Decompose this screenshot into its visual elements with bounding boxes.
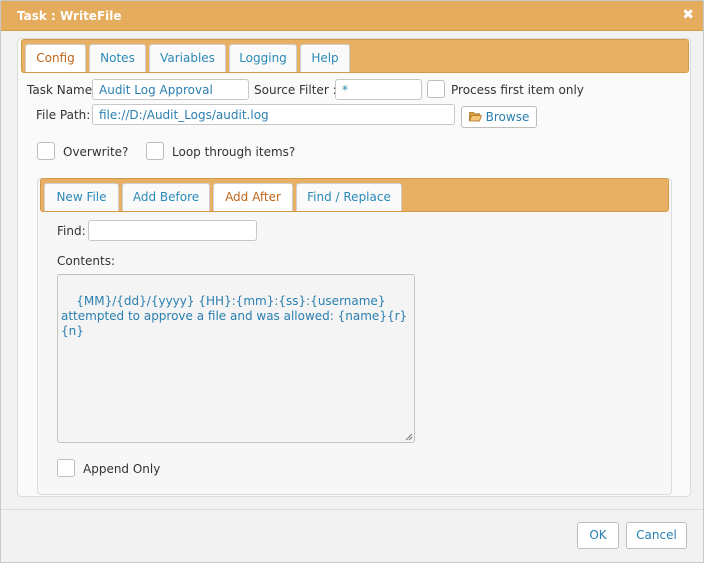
ok-button[interactable]: OK xyxy=(577,522,619,549)
dialog-title: Task : WriteFile xyxy=(17,9,122,23)
contents-textarea[interactable]: {MM}/{dd}/{yyyy} {HH}:{mm}:{ss}:{usernam… xyxy=(57,274,415,443)
close-icon[interactable]: ✖ xyxy=(682,7,694,23)
writefile-dialog: Task : WriteFile ✖ Config Notes Variable… xyxy=(0,0,704,563)
find-input[interactable] xyxy=(88,220,257,241)
task-name-label: Task Name: xyxy=(27,83,97,97)
contents-label: Contents: xyxy=(57,254,116,268)
file-path-input[interactable]: file://D:/Audit_Logs/audit.log xyxy=(92,104,455,125)
loop-items-label: Loop through items? xyxy=(172,145,296,159)
append-only-checkbox[interactable] xyxy=(57,459,75,477)
source-filter-input[interactable]: * xyxy=(335,79,422,100)
contents-text: {MM}/{dd}/{yyyy} {HH}:{mm}:{ss}:{usernam… xyxy=(61,294,408,338)
tab-config[interactable]: Config xyxy=(25,44,86,72)
tab-add-before[interactable]: Add Before xyxy=(122,183,210,211)
browse-button[interactable]: Browse xyxy=(461,106,537,128)
file-path-label: File Path: xyxy=(36,108,91,122)
browse-button-label: Browse xyxy=(485,110,530,124)
loop-items-checkbox[interactable] xyxy=(146,142,164,160)
tab-new-file[interactable]: New File xyxy=(44,183,119,211)
write-mode-tabbar: New File Add Before Add After Find / Rep… xyxy=(40,178,669,212)
source-filter-label: Source Filter : xyxy=(254,83,337,97)
process-first-checkbox[interactable] xyxy=(427,80,445,98)
tab-find-replace[interactable]: Find / Replace xyxy=(296,183,402,211)
overwrite-checkbox[interactable] xyxy=(37,142,55,160)
cancel-button[interactable]: Cancel xyxy=(626,522,687,549)
append-only-label: Append Only xyxy=(83,462,161,476)
process-first-label: Process first item only xyxy=(451,83,584,97)
dialog-titlebar[interactable]: Task : WriteFile ✖ xyxy=(1,1,703,31)
footer-divider xyxy=(1,509,703,510)
tab-notes[interactable]: Notes xyxy=(89,44,146,72)
task-name-input[interactable]: Audit Log Approval xyxy=(92,79,249,100)
tab-add-after[interactable]: Add After xyxy=(213,183,293,211)
main-tabbar: Config Notes Variables Logging Help xyxy=(21,39,689,73)
find-label: Find: xyxy=(57,224,86,238)
folder-open-icon xyxy=(468,112,482,122)
overwrite-label: Overwrite? xyxy=(63,145,129,159)
tab-variables[interactable]: Variables xyxy=(149,44,226,72)
tab-logging[interactable]: Logging xyxy=(229,44,297,72)
resize-grip-icon[interactable] xyxy=(405,433,413,441)
tab-help[interactable]: Help xyxy=(300,44,350,72)
